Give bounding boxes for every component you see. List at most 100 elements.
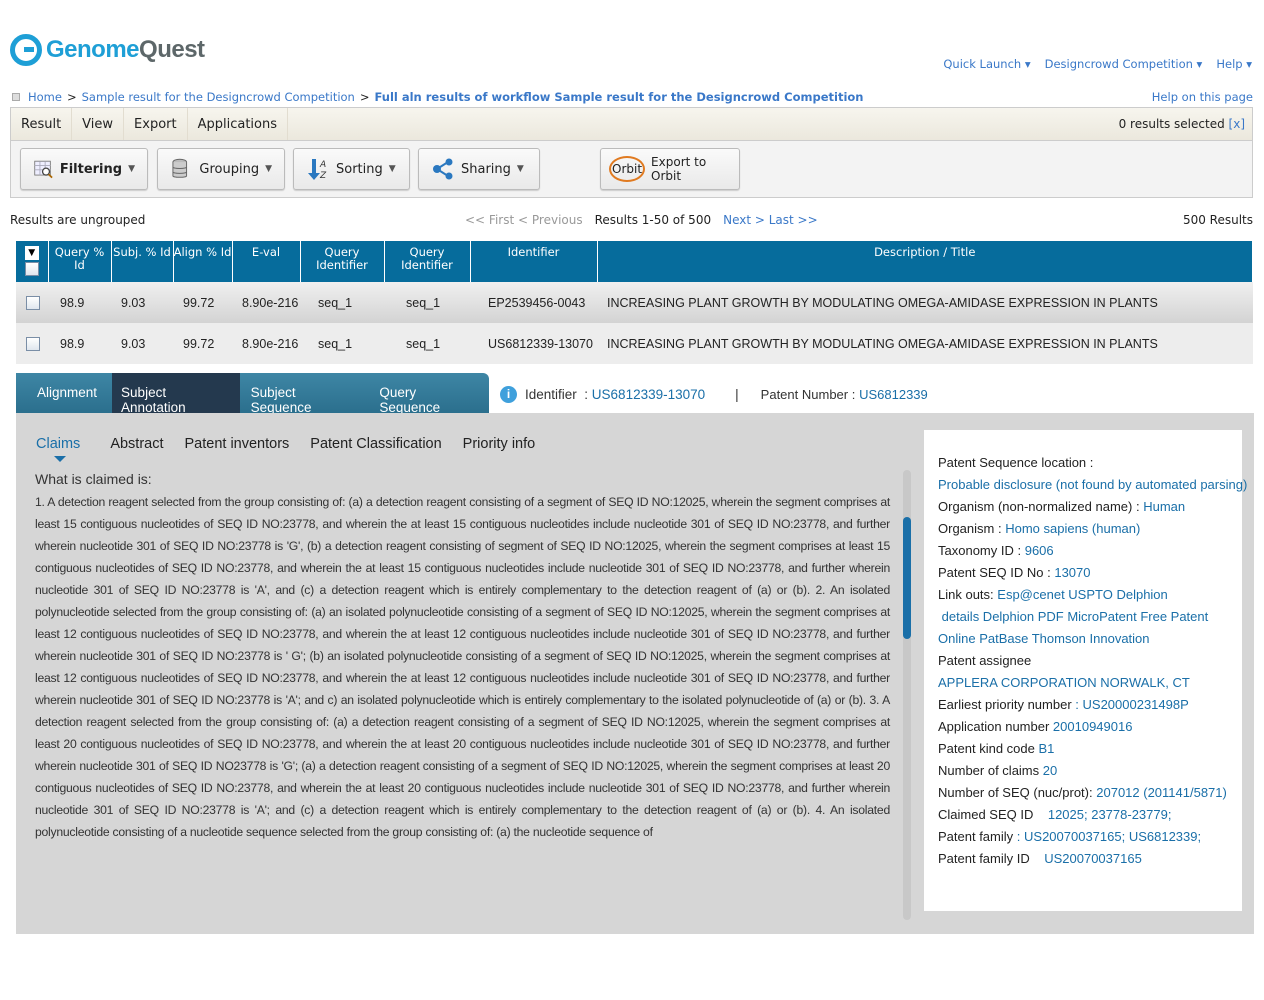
info-value-link[interactable]: 207012 (201141/5871) [1096,785,1227,800]
header-description[interactable]: Description / Title [597,241,1253,282]
tab-query-sequence[interactable]: Query Sequence [368,373,489,415]
info-label: Patent family ID [938,851,1030,866]
cell-query-id: 98.9 [48,323,111,364]
filtering-button[interactable]: Filtering ▼ [20,148,148,190]
help-menu[interactable]: Help ▾ [1216,57,1252,71]
header-subj-id[interactable]: Subj. % Id [111,241,174,282]
help-on-this-page-link[interactable]: Help on this page [1152,90,1253,104]
info-value-link[interactable]: 20 [1043,763,1057,778]
detail-header: i Identifier : US6812339-13070 | Patent … [500,386,928,403]
info-value-link[interactable]: 13070 [1054,565,1090,580]
info-value-link[interactable]: Esp@cenet USPTO Delphion [997,587,1168,602]
cell-align-id: 99.72 [173,323,232,364]
identifier-label: Identifier : [525,387,589,402]
info-value-link[interactable]: details Delphion PDF MicroPatent Free Pa… [938,609,1209,624]
first-page-link[interactable]: << First [465,213,514,227]
subtab-priority-info[interactable]: Priority info [463,436,536,452]
tab-subject-sequence[interactable]: Subject Sequence [240,373,369,415]
info-label: Organism (non-normalized name) : [938,499,1140,514]
subtab-patent-classification[interactable]: Patent Classification [310,436,441,452]
info-value-link[interactable]: 12025; 23778-23779; [1037,807,1172,822]
header-query-id[interactable]: Query % Id [48,241,112,282]
subtab-claims[interactable]: Claims [36,436,80,462]
header-eval[interactable]: E-val [232,241,301,282]
menu-view[interactable]: View [72,108,125,140]
tab-alignment[interactable]: Alignment [16,373,112,413]
sharing-button[interactable]: Sharing ▼ [418,148,540,190]
breadcrumb-current[interactable]: Full aln results of workflow Sample resu… [375,90,864,104]
info-label: Number of claims [938,763,1040,778]
claims-scrollbar-thumb[interactable] [903,517,911,639]
info-value-link[interactable]: US20070037165 [1033,851,1142,866]
info-icon[interactable]: i [500,386,517,403]
results-range: Results 1-50 of 500 [594,213,712,227]
subtab-abstract[interactable]: Abstract [110,436,163,452]
quick-launch-menu[interactable]: Quick Launch ▾ [943,57,1030,71]
info-value-link[interactable]: Probable disclosure (not found by automa… [938,477,1247,492]
grouping-button[interactable]: Grouping ▼ [157,148,285,190]
info-value-link[interactable]: Homo sapiens (human) [1005,521,1140,536]
header-align-id[interactable]: Align % Id [173,241,233,282]
header-query-identifier[interactable]: Query Identifier [300,241,385,282]
cell-description: INCREASING PLANT GROWTH BY MODULATING OM… [597,323,1253,364]
info-row: APPLERA CORPORATION NORWALK, CT [938,672,1242,694]
previous-page-link[interactable]: < Previous [518,213,583,227]
cell-subj-id: 9.03 [111,282,173,323]
table-row[interactable]: 98.9 9.03 99.72 8.90e-216 seq_1 seq_1 EP… [16,282,1253,323]
info-row: Number of SEQ (nuc/prot): 207012 (201141… [938,782,1242,804]
info-label: Number of SEQ (nuc/prot): [938,785,1093,800]
info-value-link[interactable]: : US20070037165; US6812339; [1017,829,1201,844]
info-row: Number of claims 20 [938,760,1242,782]
info-value-link[interactable]: B1 [1038,741,1054,756]
identifier-link[interactable]: US6812339-13070 [592,387,705,402]
sorting-button[interactable]: AZ Sorting ▼ [293,148,410,190]
last-page-link[interactable]: Last >> [769,213,818,227]
next-page-link[interactable]: Next > [723,213,765,227]
genomequest-logo[interactable]: Genome Quest [10,34,205,66]
header-identifier[interactable]: Identifier [470,241,598,282]
info-value-link[interactable]: : US20000231498P [1075,697,1188,712]
header-query-identifier-2[interactable]: Query Identifier [384,241,471,282]
select-all-header: ▼ [16,241,49,282]
info-value-link[interactable]: APPLERA CORPORATION NORWALK, CT [938,675,1190,690]
table-row[interactable]: 98.9 9.03 99.72 8.90e-216 seq_1 seq_1 US… [16,323,1253,364]
breadcrumb-parent[interactable]: Sample result for the Designcrowd Compet… [82,90,355,104]
breadcrumb-home[interactable]: Home [28,90,62,104]
info-value-link[interactable]: Human [1143,499,1185,514]
tab-subject-annotation[interactable]: Subject Annotation [112,373,240,415]
row-checkbox[interactable] [26,336,40,351]
row-cell-checkbox [16,323,48,364]
row-checkbox[interactable] [26,295,40,310]
info-value-link[interactable]: 20010949016 [1053,719,1133,734]
sorting-label: Sorting [336,161,383,177]
subtab-patent-inventors[interactable]: Patent inventors [185,436,290,452]
info-row: Patent SEQ ID No : 13070 [938,562,1242,584]
select-all-checkbox[interactable] [24,262,39,276]
info-value-link[interactable]: 9606 [1025,543,1054,558]
menu-applications[interactable]: Applications [188,108,289,140]
info-label: Patent SEQ ID No : [938,565,1051,580]
logo-text-genome: Genome [46,36,140,63]
menu-result[interactable]: Result [11,108,73,140]
patent-number-link[interactable]: US6812339 [859,387,928,402]
sharing-label: Sharing [461,161,511,177]
clear-selection-link[interactable]: [x] [1229,117,1245,131]
designcrowd-competition-menu[interactable]: Designcrowd Competition ▾ [1045,57,1203,71]
info-row: Probable disclosure (not found by automa… [938,474,1247,496]
info-row: Patent family : US20070037165; US6812339… [938,826,1242,848]
cell-description: INCREASING PLANT GROWTH BY MODULATING OM… [597,282,1253,323]
results-selected-count: 0 results selected [1118,117,1225,131]
export-to-orbit-label: Export to Orbit [651,155,707,183]
detail-tabs: Alignment Subject Annotation Subject Seq… [16,373,489,415]
filter-grid-icon [34,160,53,179]
cell-subj-id: 9.03 [111,323,173,364]
cell-query-identifier-2: seq_1 [384,282,470,323]
info-row: Link outs: Esp@cenet USPTO Delphion [938,584,1242,606]
expand-menu-icon[interactable]: ▼ [24,246,39,260]
info-label: Patent kind code [938,741,1035,756]
menu-export[interactable]: Export [124,108,188,140]
results-table: ▼ Query % Id Subj. % Id Align % Id E-val… [16,241,1253,364]
info-value-link[interactable]: Online PatBase Thomson Innovation [938,631,1150,646]
export-to-orbit-button[interactable]: Orbit Export to Orbit [600,148,740,190]
info-row: Patent family ID US20070037165 [938,848,1242,870]
